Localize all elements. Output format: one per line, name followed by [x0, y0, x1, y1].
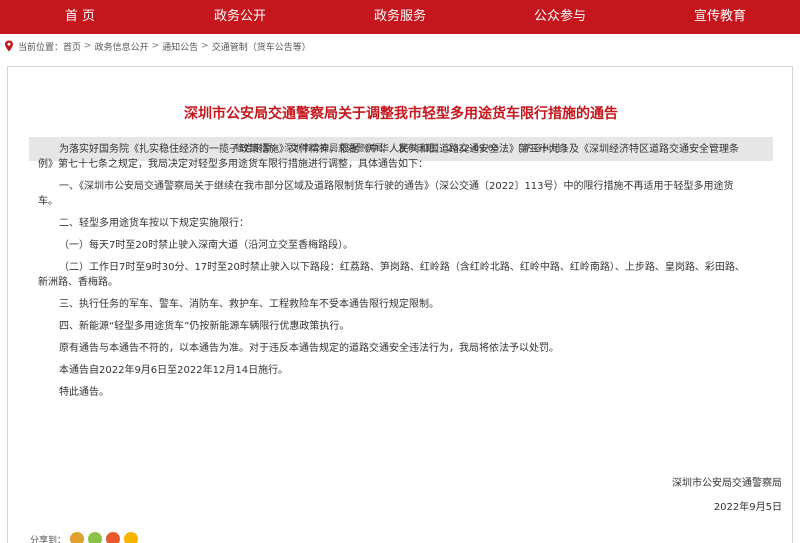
article-title: 深圳市公安局交通警察局关于调整我市轻型多用途货车限行措施的通告 — [184, 106, 618, 122]
nav-item-home[interactable]: 首 页 — [0, 0, 160, 34]
weibo-share-icon[interactable] — [106, 532, 121, 543]
breadcrumb-separator: > — [84, 41, 92, 51]
body-paragraph: （一）每天7时至20时禁止驶入深南大道（沿河立交至香梅路段）。 — [59, 240, 354, 251]
body-paragraph: 原有通告与本通告不符的，以本通告为准。对于违反本通告规定的道路交通安全违法行为，… — [59, 343, 559, 354]
body-paragraph: 四、新能源“轻型多用途货车”仍按新能源车辆限行优惠政策执行。 — [59, 321, 350, 332]
body-paragraph: （二）工作日7时至9时30分、17时至20时禁止驶入以下路段：红荔路、笋岗路、红… — [38, 262, 745, 288]
article-body: 为落实好国务院《扎实稳住经济的一揽子政策措施》文件精神，根据《中华人民共和国道路… — [38, 142, 750, 407]
share-bar: 分享到： — [30, 532, 139, 543]
breadcrumb: 当前位置： 首页 > 政务信息公开 > 通知公告 > 交通管制（货车公告等） — [0, 38, 311, 54]
breadcrumb-home-link[interactable]: 首页 — [63, 40, 81, 53]
breadcrumb-traffic-control-link[interactable]: 交通管制（货车公告等） — [212, 40, 311, 53]
share-icon[interactable] — [70, 532, 85, 543]
signature-date: 2022年9月5日 — [713, 502, 782, 513]
breadcrumb-info-open-link[interactable]: 政务信息公开 — [95, 40, 149, 53]
body-paragraph: 二、轻型多用途货车按以下规定实施限行： — [59, 218, 249, 229]
top-navigation-bar: 首 页 政务公开 政务服务 公众参与 宣传教育 — [0, 0, 800, 34]
signature-organization: 深圳市公安局交通警察局 — [672, 478, 782, 489]
breadcrumb-separator: > — [201, 41, 209, 51]
nav-item-public-participation[interactable]: 公众参与 — [480, 0, 640, 34]
nav-item-government-affairs-open[interactable]: 政务公开 — [160, 0, 320, 34]
share-label: 分享到： — [30, 535, 67, 543]
breadcrumb-separator: > — [151, 41, 160, 51]
body-paragraph: 本通告自2022年9月6日至2022年12月14日施行。 — [59, 365, 289, 376]
body-paragraph: 为落实好国务院《扎实稳住经济的一揽子政策措施》文件精神，根据《中华人民共和国道路… — [38, 144, 739, 170]
body-paragraph: 一、《深圳市公安局交通警察局关于继续在我市部分区域及道路限制货车行驶的通告》（深… — [38, 181, 734, 207]
favorite-star-icon[interactable] — [124, 532, 139, 543]
breadcrumb-notices-link[interactable]: 通知公告 — [162, 40, 198, 53]
wechat-share-icon[interactable] — [88, 532, 103, 543]
body-paragraph: 特此通告。 — [59, 387, 109, 398]
nav-item-publicity-education[interactable]: 宣传教育 — [640, 0, 800, 34]
breadcrumb-prefix: 当前位置： — [18, 42, 64, 53]
nav-item-government-services[interactable]: 政务服务 — [320, 0, 480, 34]
location-pin-icon — [5, 40, 13, 52]
body-paragraph: 三、执行任务的军车、警车、消防车、救护车、工程救险车不受本通告限行规定限制。 — [59, 299, 439, 310]
